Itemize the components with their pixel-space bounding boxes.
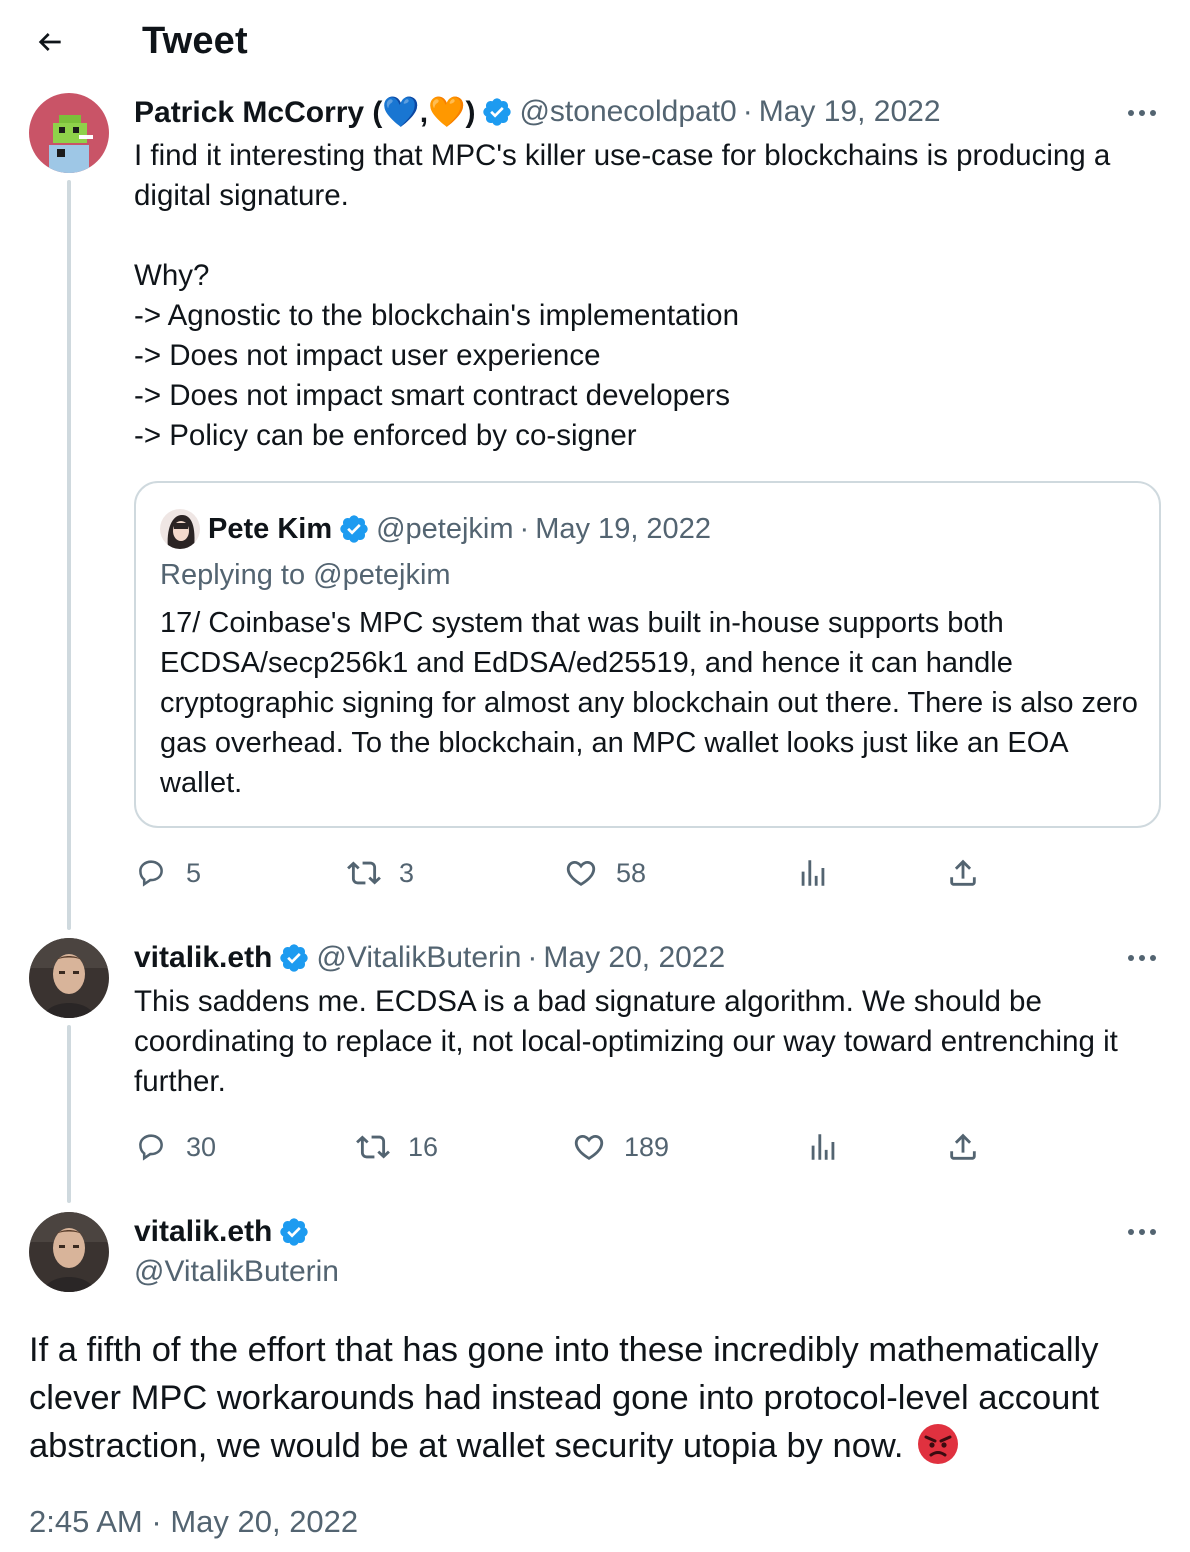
share-icon [950, 1133, 976, 1160]
reply-icon [139, 1134, 163, 1161]
tweet-header: vitalik.eth @VitalikButerin · May 20, 20… [134, 938, 725, 978]
tweet-handle-row: @VitalikButerin [134, 1252, 339, 1292]
quoted-tweet-date: May 19, 2022 [535, 512, 711, 545]
retweet-count: 16 [408, 1131, 439, 1162]
thread-connector-line [67, 1025, 71, 1203]
quoted-tweet[interactable]: Pete Kim @petejkim · May 19, 2022 Replyi… [134, 481, 1161, 828]
author-name[interactable]: vitalik.eth [134, 941, 272, 975]
replying-to-label: Replying to @petejkim [160, 559, 451, 591]
avatar [160, 509, 200, 549]
tweet-date[interactable]: May 19, 2022 [759, 95, 941, 129]
verified-badge-icon [278, 1216, 310, 1248]
avatar[interactable] [29, 1212, 109, 1292]
reply-count: 5 [186, 857, 202, 888]
verified-badge-icon [481, 96, 513, 128]
quoted-author-handle: @petejkim [376, 512, 514, 545]
quoted-author-name: Pete Kim [208, 512, 333, 545]
avatar[interactable] [29, 938, 109, 1018]
separator-dot: · [519, 512, 530, 545]
quoted-tweet-header: Pete Kim @petejkim · May 19, 2022 [160, 509, 711, 549]
like-button[interactable]: 58 [564, 856, 646, 890]
retweet-button[interactable]: 3 [347, 856, 414, 890]
tweet-date[interactable]: May 20, 2022 [543, 941, 725, 975]
like-count: 58 [616, 857, 647, 888]
analytics-button[interactable] [796, 856, 830, 890]
tweet-text: I find it interesting that MPC's killer … [134, 139, 1111, 452]
tweet-header: vitalik.eth [134, 1212, 316, 1252]
retweet-icon [356, 1135, 390, 1159]
author-name[interactable]: Patrick McCorry (💙,🧡) [134, 95, 475, 130]
reply-button[interactable]: 5 [134, 856, 201, 890]
separator-dot: · [742, 95, 753, 128]
separator-dot: · [151, 1504, 171, 1539]
tweet-text: This saddens me. ECDSA is a bad signatur… [134, 985, 1127, 1098]
verified-badge-icon [338, 513, 370, 545]
retweet-count: 3 [399, 857, 415, 888]
author-handle[interactable]: @stonecoldpat0 [519, 95, 736, 129]
top-bar: Tweet [0, 0, 1190, 84]
retweet-icon [347, 861, 381, 885]
like-button[interactable]: 189 [572, 1130, 669, 1164]
more-options-icon[interactable] [1122, 1216, 1162, 1248]
tweet-header: Patrick McCorry (💙,🧡) @stonecoldpat0 · M… [134, 92, 941, 132]
quoted-tweet-text: 17/ Coinbase's MPC system that was built… [160, 607, 1138, 799]
share-button[interactable] [946, 856, 980, 890]
reply-count: 30 [186, 1131, 217, 1162]
tweet-time[interactable]: 2:45 AM [29, 1504, 143, 1539]
share-icon [950, 859, 976, 886]
heart-icon [566, 860, 596, 886]
like-count: 189 [624, 1131, 670, 1162]
heart-icon [574, 1134, 604, 1160]
more-options-icon[interactable] [1122, 942, 1162, 974]
tweet-date[interactable]: May 20, 2022 [170, 1504, 358, 1539]
back-arrow-icon[interactable] [30, 22, 70, 62]
author-handle[interactable]: @VitalikButerin [134, 1255, 339, 1289]
analytics-icon [801, 860, 825, 886]
retweet-button[interactable]: 16 [356, 1130, 438, 1164]
analytics-icon [811, 1134, 835, 1160]
separator-dot: · [527, 941, 538, 974]
reply-button[interactable]: 30 [134, 1130, 216, 1164]
avatar[interactable] [29, 93, 109, 173]
reply-icon [139, 860, 163, 887]
thread-connector-line [67, 180, 71, 930]
tweet-timestamp: 2:45 AM · May 20, 2022 [29, 1504, 358, 1540]
page-title: Tweet [142, 20, 248, 62]
share-button[interactable] [946, 1130, 980, 1164]
angry-face-icon [917, 1423, 959, 1465]
main-tweet-text: If a fifth of the effort that has gone i… [29, 1326, 1169, 1470]
author-handle[interactable]: @VitalikButerin [316, 941, 521, 975]
verified-badge-icon [278, 942, 310, 974]
more-options-icon[interactable] [1122, 97, 1162, 129]
analytics-button[interactable] [806, 1130, 840, 1164]
author-name[interactable]: vitalik.eth [134, 1215, 272, 1249]
